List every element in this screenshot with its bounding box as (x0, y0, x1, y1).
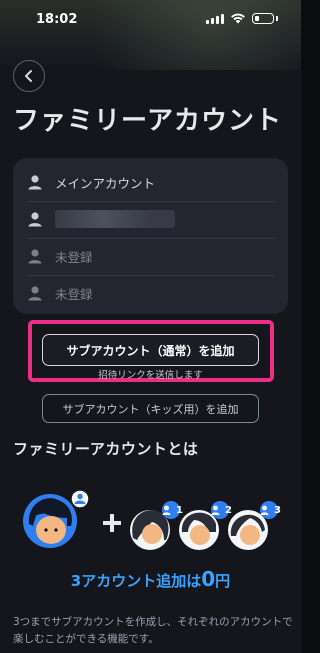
family-account-screen: 18:02 ファミリーアカウント メインアカウント 未登録 未登録 サブアカウン… (0, 0, 301, 653)
battery-icon (252, 13, 274, 24)
badge-number-3: 3 (274, 505, 281, 516)
invite-link-note: 招待リンクを送信します (98, 370, 203, 381)
feature-description: 3つまでサブアカウントを作成し、それぞれのアカウントで楽しむことができる機能です… (13, 616, 293, 645)
chevron-left-icon (25, 70, 32, 82)
person-icon (28, 249, 42, 264)
main-avatar-icon (23, 489, 90, 548)
wifi-icon (231, 13, 245, 24)
accounts-card: メインアカウント 未登録 未登録 (13, 158, 288, 314)
account-row-empty-1[interactable]: 未登録 (27, 238, 275, 274)
battery-cap (276, 16, 278, 21)
account-row-sub-1[interactable] (27, 201, 275, 237)
redacted-account-name (55, 210, 175, 228)
promo-prefix: 3アカウント追加は (70, 572, 202, 590)
sub-avatar-2-icon (179, 501, 229, 550)
section-title: ファミリーアカウントとは (13, 440, 199, 458)
badge-number-2: 2 (225, 505, 232, 516)
badge-number-1: 1 (176, 505, 183, 516)
person-icon (28, 212, 42, 227)
account-label: 未登録 (55, 286, 93, 302)
account-label: メインアカウント (55, 175, 156, 191)
status-time: 18:02 (36, 12, 78, 27)
cellular-signal-icon (206, 13, 224, 24)
person-icon (28, 286, 42, 301)
promo-value: 0 (201, 567, 216, 591)
person-icon (28, 175, 42, 190)
sub-avatar-1-icon (130, 501, 180, 550)
account-row-main[interactable]: メインアカウント (27, 164, 275, 200)
status-bar: 18:02 (0, 0, 301, 38)
promo-text: 3アカウント追加は0円 (0, 567, 301, 591)
back-button[interactable] (13, 60, 45, 92)
account-label: 未登録 (55, 249, 93, 265)
add-kids-subaccount-button[interactable]: サブアカウント（キッズ用）を追加 (42, 394, 259, 423)
account-row-empty-2[interactable]: 未登録 (27, 275, 275, 311)
promo-unit: 円 (215, 572, 231, 590)
page-title: ファミリーアカウント (13, 106, 282, 136)
sub-avatar-3-icon (228, 501, 278, 550)
plus-icon (103, 514, 121, 532)
status-icons (206, 13, 278, 24)
add-regular-subaccount-button[interactable]: サブアカウント（通常）を追加 (42, 334, 259, 366)
